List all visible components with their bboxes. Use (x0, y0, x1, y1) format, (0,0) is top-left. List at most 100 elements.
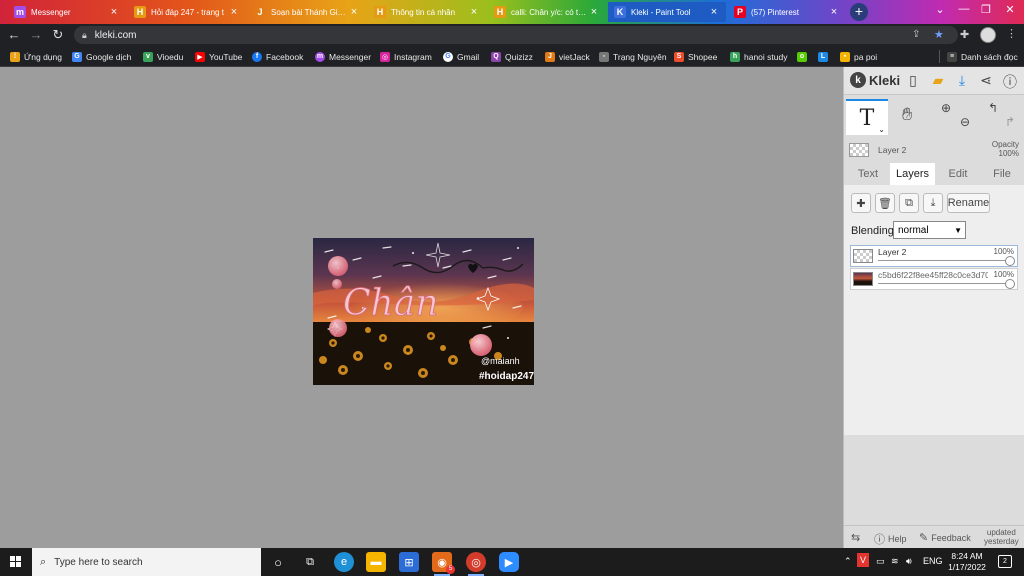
minimize-icon[interactable]: — (952, 3, 976, 15)
delete-layer-button[interactable]: 🗑︎ (875, 193, 895, 213)
tab-text[interactable]: Text (848, 163, 888, 185)
tab-thong-tin[interactable]: H Thông tin cá nhân × (368, 2, 486, 22)
zoom-icon[interactable]: ▶ (499, 552, 519, 572)
tab-search-icon[interactable]: ⌄ (928, 3, 952, 16)
close-tab-icon[interactable]: × (828, 6, 840, 18)
layer-row-background[interactable]: c5bd6f22f8ee45ff28c0ce3d70 100% (850, 268, 1018, 290)
store-icon[interactable]: ⊞ (399, 552, 419, 572)
close-tab-icon[interactable]: × (588, 6, 600, 18)
bookmark-facebook[interactable]: f Facebook (252, 50, 303, 63)
windows-start-icon[interactable] (10, 556, 22, 568)
hand-tool-icon[interactable]: ✋︎ (902, 104, 912, 125)
layer-opacity-knob[interactable] (1005, 279, 1015, 289)
close-tab-icon[interactable]: × (108, 6, 120, 18)
layer-opacity-knob[interactable] (1005, 256, 1015, 266)
tab-soan-bai[interactable]: J Soạn bài Thánh Gióng × (248, 2, 366, 22)
address-bar[interactable]: 🔒︎ kleki.com (74, 26, 958, 44)
close-tab-icon[interactable]: × (228, 6, 240, 18)
close-tab-icon[interactable]: × (708, 6, 720, 18)
help-icon[interactable]: ⓘ (1001, 72, 1019, 92)
system-clock[interactable]: 8:24 AM 1/17/2022 (944, 551, 990, 573)
forward-icon[interactable]: → (28, 27, 44, 42)
bookmark-youtube[interactable]: ▶ YouTube (195, 50, 242, 63)
restore-icon[interactable]: ❐ (974, 3, 998, 16)
vietjack-icon: J (254, 6, 266, 18)
artwork-canvas[interactable]: Chân @maianh #hoidap247 (313, 238, 534, 385)
duplicate-layer-button[interactable]: ⧉ (899, 193, 919, 213)
tab-calli[interactable]: H calli: Chân y/c: có tâm × (488, 2, 606, 22)
app-badge-icon[interactable]: ◉ 5 (432, 552, 455, 576)
reload-icon[interactable]: ↻ (50, 27, 66, 43)
antivirus-icon[interactable]: V (857, 553, 869, 567)
drawing-canvas-area[interactable]: Chân @maianh #hoidap247 (0, 67, 843, 548)
reading-list-button[interactable]: ≡ Danh sách đọc (947, 50, 1018, 63)
feedback-button[interactable]: ✎ Feedback (919, 531, 971, 544)
tab-messenger[interactable]: m Messenger × (8, 2, 126, 22)
bookmark-vioedu[interactable]: v Vioedu (143, 50, 183, 63)
tab-layers[interactable]: Layers (890, 163, 935, 185)
bookmark-messenger[interactable]: m Messenger (315, 50, 371, 63)
taskbar-search[interactable]: ⌕ Type here to search (32, 548, 261, 576)
menu-icon[interactable]: ⋮ (1006, 27, 1017, 40)
layer-opacity-slider[interactable] (878, 260, 1012, 261)
kleki-logo[interactable]: k Kleki (850, 72, 900, 88)
download-icon[interactable]: ⤓ (953, 72, 971, 89)
profile-avatar[interactable] (980, 27, 996, 43)
close-tab-icon[interactable]: × (468, 6, 480, 18)
notification-center-icon[interactable]: 2 (998, 555, 1012, 568)
chrome-icon[interactable]: ◎ (466, 552, 486, 576)
layer-opacity-slider[interactable] (878, 283, 1012, 284)
save-icon[interactable]: ▰ (929, 72, 947, 89)
zoom-in-icon[interactable]: ⊕ (941, 101, 951, 115)
bookmark-instagram[interactable]: ◎ Instagram (380, 50, 432, 63)
blending-select[interactable]: normal ▼ (893, 221, 966, 239)
share-icon[interactable]: ⋖ (977, 72, 995, 89)
bookmark-l[interactable]: L (818, 50, 832, 63)
bookmark-pa-poi[interactable]: ▪ pa poi (840, 50, 877, 63)
cortana-icon[interactable]: ○ (268, 552, 288, 572)
close-window-icon[interactable]: ✕ (998, 3, 1022, 16)
tab-hoidap[interactable]: H Hỏi đáp 247 - trang t × (128, 2, 246, 22)
zoom-out-icon[interactable]: ⊖ (960, 115, 970, 129)
tab-edit[interactable]: Edit (938, 163, 978, 185)
bookmark-google-dich[interactable]: G Google dịch (72, 50, 131, 63)
language-indicator[interactable]: ENG (923, 556, 943, 566)
tab-pinterest[interactable]: P (57) Pinterest × (728, 2, 846, 22)
file-explorer-icon[interactable]: ▬ (366, 552, 386, 572)
bookmark-quizizz[interactable]: Q Quizizz (491, 50, 533, 63)
bookmark-trang-nguyen[interactable]: ▫ Trạng Nguyên (599, 50, 667, 63)
help-button[interactable]: ⓘ Help (874, 531, 907, 547)
bookmark-duolingo[interactable]: o (797, 50, 811, 63)
text-tool-button[interactable]: T ⌄ (846, 99, 888, 135)
task-view-icon[interactable]: ⧉ (300, 552, 320, 572)
add-layer-button[interactable]: ✚ (851, 193, 871, 213)
volume-icon[interactable]: 🔊︎ (906, 556, 912, 567)
bookmark-vietjack[interactable]: J vietJack (545, 50, 590, 63)
bookmark-hanoi-study[interactable]: h hanoi study (730, 50, 787, 63)
edge-icon[interactable]: e (334, 552, 354, 572)
new-image-icon[interactable]: ▯ (904, 72, 922, 89)
rename-layer-button[interactable]: Rename (947, 193, 990, 213)
swap-sides-button[interactable]: ⇆ (851, 531, 863, 544)
bookmark-star-icon[interactable]: ★ (934, 28, 944, 41)
share-icon[interactable]: ⇪ (912, 29, 920, 40)
bookmark-gmail[interactable]: G Gmail (443, 50, 479, 63)
undo-icon[interactable]: ↰ (988, 101, 998, 115)
current-layer-name: Layer 2 (878, 145, 907, 155)
device-icon[interactable]: ▭ (876, 556, 885, 567)
layer-row-layer-2[interactable]: Layer 2 100% (850, 245, 1018, 267)
updated-note[interactable]: updated yesterday (984, 528, 1019, 546)
tab-file[interactable]: File (982, 163, 1022, 185)
back-icon[interactable]: ← (6, 27, 22, 42)
tray-overflow-icon[interactable]: ⌃ (844, 556, 852, 567)
new-tab-button[interactable]: + (850, 3, 868, 21)
redo-icon[interactable]: ↱ (1005, 115, 1015, 129)
tab-kleki[interactable]: K Kleki - Paint Tool × (608, 2, 726, 22)
bookmark-shopee[interactable]: S Shopee (674, 50, 717, 63)
bookmark-apps[interactable]: ⁞ Ứng dụng (10, 50, 62, 63)
extensions-icon[interactable]: ✚ (960, 28, 969, 41)
wifi-icon[interactable]: ≋ (891, 556, 899, 567)
close-tab-icon[interactable]: × (348, 6, 360, 18)
merge-down-button[interactable]: ⤓ (923, 193, 943, 213)
kleki-side-panel: k Kleki ▯ ▰ ⤓ ⋖ ⓘ T ⌄ ✋︎ ⊕ ⊖ ↰ ↱ Layer 2 … (843, 67, 1024, 548)
